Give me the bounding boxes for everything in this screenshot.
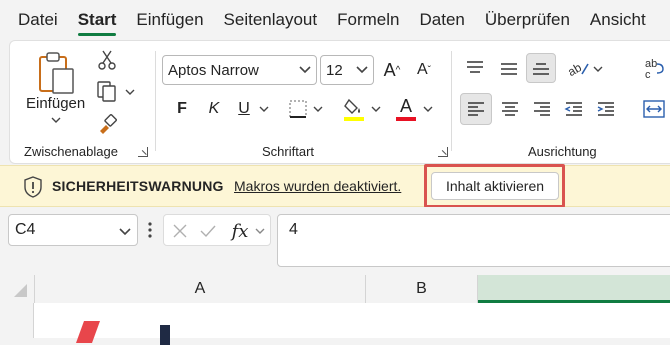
- increase-font-size-icon[interactable]: A ^: [380, 57, 404, 83]
- cut-icon[interactable]: [96, 49, 118, 71]
- copy-icon[interactable]: [94, 79, 120, 103]
- align-left-icon[interactable]: [460, 93, 492, 125]
- decrease-font-size-icon[interactable]: Aˇ: [412, 57, 436, 83]
- dark-shape: [160, 325, 170, 345]
- cell-reference: C4: [15, 221, 36, 238]
- font-size-select[interactable]: 12: [320, 55, 374, 85]
- increase-indent-icon[interactable]: [592, 95, 620, 123]
- more-options-icon[interactable]: [143, 219, 157, 241]
- align-right-icon[interactable]: [528, 95, 556, 123]
- row-header-column: [0, 303, 34, 338]
- bold-button[interactable]: F: [170, 97, 194, 121]
- column-header-a[interactable]: A: [34, 275, 366, 303]
- cancel-icon[interactable]: [170, 221, 190, 241]
- orientation-chevron-down-icon[interactable]: [592, 63, 604, 75]
- menu-formeln[interactable]: Formeln: [327, 0, 409, 40]
- menu-start[interactable]: Start: [68, 0, 127, 40]
- align-bottom-icon[interactable]: [526, 53, 556, 83]
- svg-text:ab: ab: [566, 60, 584, 78]
- formula-input[interactable]: 4: [277, 214, 670, 267]
- font-size-value: 12: [326, 61, 343, 79]
- fx-label: fx: [231, 220, 249, 242]
- menu-ansicht[interactable]: Ansicht: [580, 0, 656, 40]
- column-header-b[interactable]: B: [366, 275, 478, 303]
- menu-seitenlayout[interactable]: Seitenlayout: [214, 0, 328, 40]
- font-name-chevron-down-icon: [299, 62, 311, 80]
- menu-datei[interactable]: Datei: [0, 0, 68, 40]
- font-dialog-launcher-icon[interactable]: [438, 147, 448, 157]
- menu-ueberpruefen[interactable]: Überprüfen: [475, 0, 580, 40]
- borders-icon[interactable]: [286, 97, 310, 121]
- paste-icon[interactable]: [36, 51, 76, 97]
- wrap-text-icon[interactable]: ab c: [640, 55, 670, 81]
- font-group-label: Schriftart: [262, 144, 315, 159]
- align-center-icon[interactable]: [496, 95, 524, 123]
- underline-chevron-down-icon[interactable]: [258, 103, 270, 115]
- name-box[interactable]: C4: [8, 214, 138, 246]
- paste-button-label[interactable]: Einfügen: [26, 95, 85, 112]
- copy-chevron-down-icon[interactable]: [124, 87, 136, 97]
- red-shape: [75, 321, 101, 343]
- enable-content-button[interactable]: Inhalt aktivieren: [431, 172, 559, 200]
- ribbon-divider: [155, 51, 156, 151]
- font-size-chevron-down-icon: [356, 62, 368, 80]
- font-color-swatch: [396, 117, 416, 121]
- orientation-icon[interactable]: ab: [564, 55, 592, 81]
- fx-chevron-down-icon[interactable]: [254, 225, 266, 237]
- borders-chevron-down-icon[interactable]: [312, 103, 324, 115]
- shield-warning-icon: [22, 175, 44, 199]
- security-warning-bar: SICHERHEITSWARNUNG Makros wurden deaktiv…: [0, 165, 670, 207]
- font-name-select[interactable]: Aptos Narrow: [162, 55, 317, 85]
- insert-function-icon[interactable]: fx: [228, 219, 252, 243]
- column-header-c-selected[interactable]: [478, 275, 670, 303]
- column-header-row: A B: [0, 275, 670, 303]
- ribbon-divider: [451, 51, 452, 151]
- align-middle-icon[interactable]: [496, 55, 522, 81]
- security-warning-title: SICHERHEITSWARNUNG: [52, 178, 224, 194]
- macros-disabled-link[interactable]: Makros wurden deaktiviert.: [234, 178, 401, 194]
- formula-row: C4 fx 4: [0, 207, 670, 275]
- menu-einfuegen[interactable]: Einfügen: [126, 0, 213, 40]
- italic-button[interactable]: K: [202, 97, 226, 121]
- alignment-group-label: Ausrichtung: [528, 144, 597, 159]
- merge-center-icon[interactable]: [640, 95, 668, 123]
- fill-color-chevron-down-icon[interactable]: [370, 103, 382, 115]
- clipboard-dialog-launcher-icon[interactable]: [138, 147, 148, 157]
- font-color-icon[interactable]: A: [394, 95, 418, 123]
- font-name-value: Aptos Narrow: [168, 61, 259, 79]
- fill-color-icon[interactable]: [342, 95, 366, 123]
- formula-tools: fx: [163, 214, 271, 246]
- format-painter-icon[interactable]: [96, 113, 118, 135]
- worksheet-grid[interactable]: [0, 303, 670, 345]
- align-top-icon[interactable]: [462, 55, 488, 81]
- menu-daten[interactable]: Daten: [409, 0, 474, 40]
- font-color-chevron-down-icon[interactable]: [422, 103, 434, 115]
- underline-button[interactable]: U: [232, 97, 256, 121]
- paste-chevron-down-icon[interactable]: [50, 115, 62, 125]
- ribbon: Einfügen Zwischenablage Aptos Narrow 12 …: [9, 40, 670, 164]
- name-box-chevron-down-icon[interactable]: [119, 224, 131, 242]
- menu-bar: Datei Start Einfügen Seitenlayout Formel…: [0, 0, 670, 40]
- clipboard-group-label: Zwischenablage: [24, 144, 118, 159]
- font-color-letter: A: [399, 96, 412, 116]
- decrease-indent-icon[interactable]: [560, 95, 588, 123]
- confirm-icon[interactable]: [198, 221, 218, 241]
- select-all-icon[interactable]: [10, 281, 30, 299]
- svg-text:c: c: [645, 69, 651, 79]
